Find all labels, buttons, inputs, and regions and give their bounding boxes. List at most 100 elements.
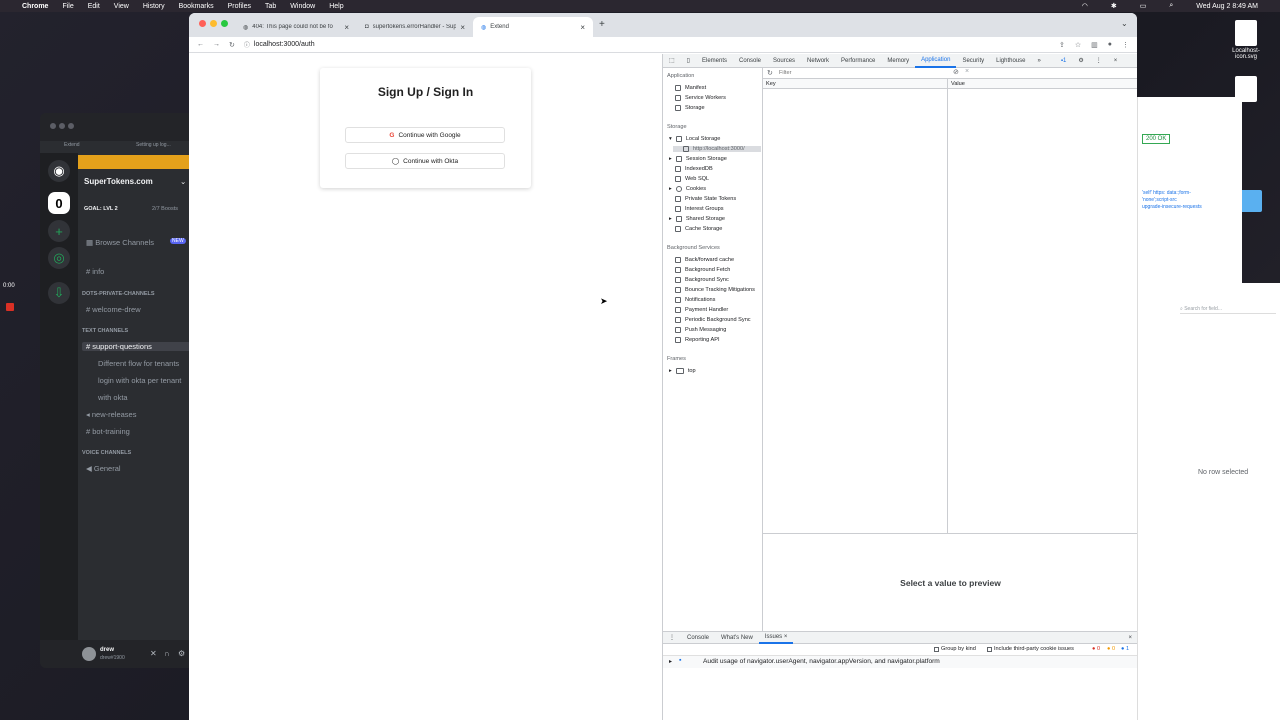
drawer-menu-icon[interactable]: ⋮ [663, 634, 681, 641]
menu-history[interactable]: History [143, 3, 165, 10]
window-close-button[interactable] [50, 123, 56, 129]
menu-tab[interactable]: Tab [265, 3, 276, 10]
menu-window[interactable]: Window [290, 3, 315, 10]
okta-signin-button[interactable]: ◯ Continue with Okta [345, 153, 505, 169]
close-icon[interactable]: × [784, 634, 788, 640]
menu-bookmarks[interactable]: Bookmarks [179, 3, 214, 10]
back-icon[interactable]: ← [197, 41, 204, 48]
sidebar-item-frame-top[interactable]: ▸ top [669, 368, 696, 374]
sidebar-item-local-origin[interactable]: http://localhost:3000/ [673, 146, 761, 152]
chevron-down-icon[interactable]: ⌄ [1121, 19, 1128, 28]
device-toolbar-icon[interactable]: ▯ [681, 54, 696, 68]
close-icon[interactable]: × [460, 23, 465, 32]
delete-selected-icon[interactable]: × [965, 68, 969, 75]
channel-info[interactable]: # info [86, 267, 104, 276]
close-icon[interactable]: × [344, 23, 349, 32]
column-divider[interactable] [947, 79, 948, 89]
menu-view[interactable]: View [114, 3, 129, 10]
window-zoom-button[interactable] [68, 123, 74, 129]
more-tabs-icon[interactable]: » [1031, 54, 1046, 68]
sidebar-item-websql[interactable]: Web SQL [675, 176, 709, 182]
tab-performance[interactable]: Performance [835, 54, 881, 68]
sidebar-item-cookies[interactable]: ▸ Cookies [669, 186, 706, 192]
folder-icon[interactable] [1240, 190, 1262, 212]
info-icon[interactable]: ⓘ [244, 40, 250, 49]
sidebar-item-interest-groups[interactable]: Interest Groups [675, 206, 724, 212]
close-icon[interactable]: × [580, 23, 585, 32]
browser-tab[interactable]: ◘ supertokens.errorHandler - Sup × [357, 17, 473, 37]
sidepanel-icon[interactable]: ▥ [1091, 41, 1098, 49]
menu-help[interactable]: Help [329, 3, 343, 10]
column-key[interactable]: Key [766, 81, 776, 87]
desktop-file[interactable]: Localhost-icon.svg [1226, 20, 1266, 60]
category-private[interactable]: DOTS-PRIVATE-CHANNELS [82, 291, 155, 297]
sidebar-item-periodic-sync[interactable]: Periodic Background Sync [675, 317, 751, 323]
channel-new-releases[interactable]: ◂ new-releases [86, 410, 136, 419]
issue-row[interactable]: ▸ ▪ Audit usage of navigator.userAgent, … [663, 656, 1137, 668]
sidebar-item-push-messaging[interactable]: Push Messaging [675, 327, 726, 333]
field-search-input[interactable]: ⌕ Search for field... [1180, 306, 1276, 314]
sidebar-item-bounce-tracking[interactable]: Bounce Tracking Mitigations [675, 287, 755, 293]
sidebar-item-manifest[interactable]: Manifest [675, 85, 706, 91]
more-icon[interactable]: ⋮ [1122, 41, 1129, 49]
google-signin-button[interactable]: G Continue with Google [345, 127, 505, 143]
thread-item[interactable]: Different flow for tenants [98, 359, 179, 368]
sidebar-item-payment-handler[interactable]: Payment Handler [675, 307, 728, 313]
window-close-button[interactable] [199, 20, 206, 27]
window-minimize-button[interactable] [59, 123, 65, 129]
tab-application[interactable]: Application [915, 54, 957, 68]
boost-goal[interactable]: GOAL: LVL 2 [84, 206, 118, 212]
chevron-down-icon[interactable]: ⌄ [180, 177, 186, 186]
discord-home-icon[interactable]: ◉ [48, 160, 70, 182]
address-bar[interactable]: localhost:3000/auth [254, 41, 315, 48]
mic-mute-icon[interactable]: ✕ [150, 649, 157, 658]
new-tab-button[interactable]: + [599, 19, 605, 30]
clear-all-icon[interactable]: ⊘ [953, 68, 959, 76]
more-icon[interactable]: ⋮ [1090, 54, 1108, 68]
wifi-icon[interactable]: ◠ [1082, 2, 1088, 10]
download-icon[interactable]: ⇩ [48, 282, 70, 304]
bluetooth-icon[interactable]: ✱ [1111, 2, 1117, 10]
menu-file[interactable]: File [62, 3, 73, 10]
tab-sources[interactable]: Sources [767, 54, 801, 68]
explore-icon[interactable]: ◎ [48, 247, 70, 269]
inspect-icon[interactable]: ⬚ [663, 54, 681, 68]
headphones-icon[interactable]: ∩ [164, 649, 170, 658]
sidebar-item-service-workers[interactable]: Service Workers [675, 95, 726, 101]
group-by-kind-checkbox[interactable]: Group by kind [934, 646, 976, 652]
sidebar-item-session-storage[interactable]: ▸ Session Storage [669, 156, 727, 162]
storage-table-body[interactable] [763, 89, 1137, 534]
close-drawer-icon[interactable]: × [1128, 635, 1132, 641]
menu-profiles[interactable]: Profiles [228, 3, 251, 10]
third-party-cookie-checkbox[interactable]: Include third-party cookie issues [987, 646, 1074, 652]
boost-count[interactable]: 2/7 Boosts [152, 206, 178, 212]
browser-tab-active[interactable]: ◍ Extend × [473, 17, 593, 37]
bookmark-star-icon[interactable]: ☆ [1075, 41, 1081, 49]
channel-bot-training[interactable]: # bot-training [86, 427, 130, 436]
drawer-tab-console[interactable]: Console [681, 635, 715, 641]
sidebar-item-local-storage[interactable]: ▾ Local Storage [669, 136, 720, 142]
battery-icon[interactable]: ▭ [1140, 2, 1147, 10]
gear-icon[interactable]: ⚙ [1072, 54, 1089, 68]
discord-tab[interactable]: Extend [64, 142, 80, 148]
avatar[interactable] [82, 647, 96, 661]
channel-support-questions[interactable]: # support-questions [82, 342, 190, 351]
tab-lighthouse[interactable]: Lighthouse [990, 54, 1031, 68]
drawer-tab-issues[interactable]: Issues × [758, 631, 794, 644]
thread-item[interactable]: login with okta per tenant [98, 376, 181, 385]
sidebar-item-storage[interactable]: Storage [675, 105, 705, 111]
menu-app[interactable]: Chrome [22, 3, 48, 10]
gear-icon[interactable]: ⚙ [178, 649, 185, 658]
share-icon[interactable]: ⇪ [1059, 41, 1065, 49]
column-value[interactable]: Value [951, 81, 965, 87]
sidebar-item-private-state-tokens[interactable]: Private State Tokens [675, 196, 736, 202]
sidebar-item-bg-sync[interactable]: Background Sync [675, 277, 729, 283]
chevron-right-icon[interactable]: ▸ [669, 658, 672, 665]
profile-icon[interactable]: ● [1108, 41, 1112, 48]
browser-tab[interactable]: ◍ 404: This page could not be fo × [235, 17, 357, 37]
browse-channels[interactable]: ▦ Browse Channels [86, 238, 154, 247]
refresh-icon[interactable]: ↻ [767, 69, 773, 77]
sidebar-item-shared-storage[interactable]: ▸ Shared Storage [669, 216, 725, 222]
sidebar-item-indexeddb[interactable]: IndexedDB [675, 166, 713, 172]
tab-memory[interactable]: Memory [881, 54, 915, 68]
